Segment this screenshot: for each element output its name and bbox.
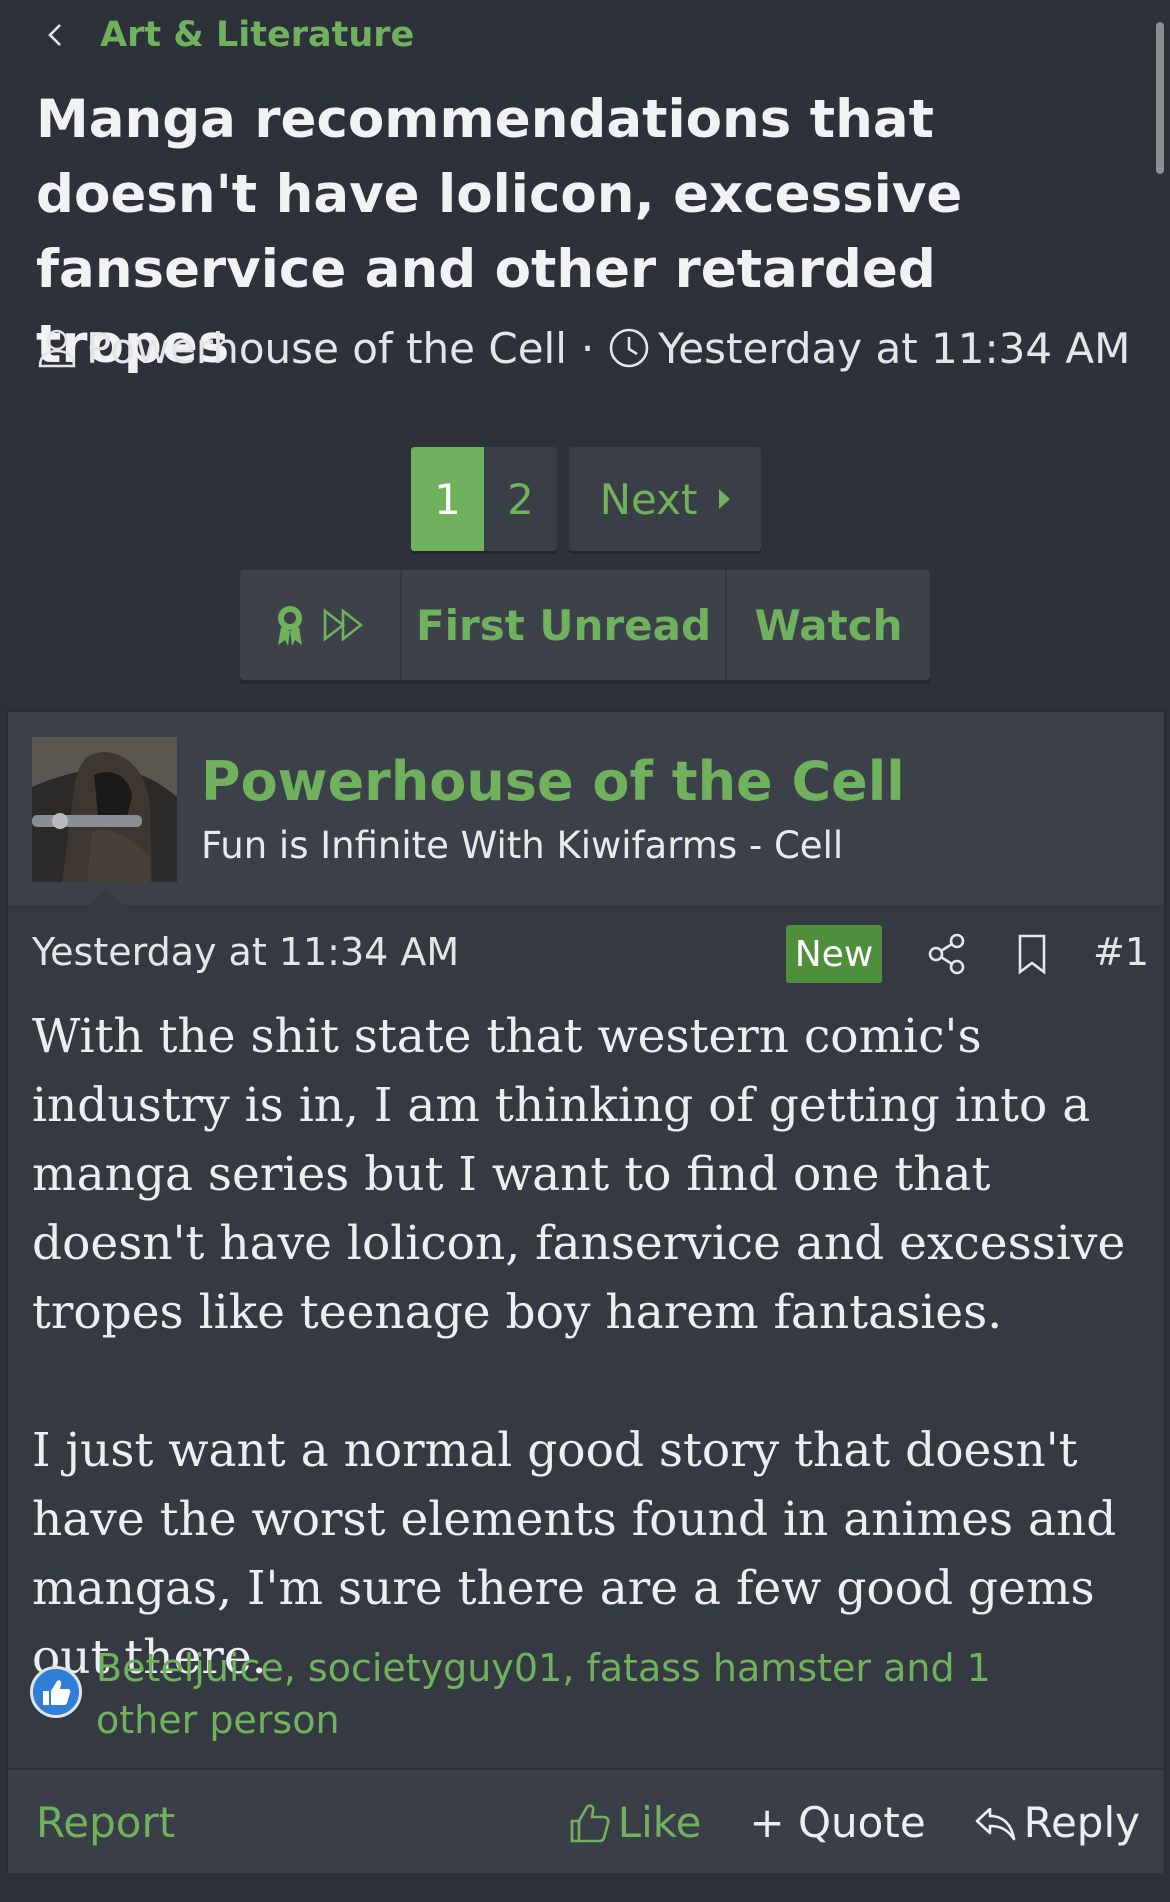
new-badge: New	[786, 925, 882, 983]
thread-author[interactable]: Powerhouse of the Cell	[86, 324, 567, 373]
page-2-button[interactable]: 2	[484, 447, 557, 551]
thumbs-up-icon	[570, 1803, 610, 1842]
avatar-pointer	[88, 888, 124, 906]
caret-right-icon	[719, 489, 731, 509]
pagination: 1 2 Next	[411, 447, 761, 551]
award-icon	[278, 606, 302, 646]
reply-button[interactable]: Reply	[974, 1798, 1140, 1847]
share-icon[interactable]	[926, 932, 968, 976]
post-actions: Like + Quote Reply	[568, 1770, 1140, 1875]
report-button[interactable]: Report	[36, 1770, 175, 1875]
post: Powerhouse of the Cell Fun is Infinite W…	[6, 710, 1166, 1873]
post-paragraph: With the shit state that western comic's…	[32, 1009, 1126, 1340]
thread-tools-button[interactable]	[240, 570, 402, 680]
reply-label: Reply	[1023, 1798, 1140, 1847]
quote-button[interactable]: + Quote	[749, 1798, 925, 1847]
fast-forward-icon	[323, 608, 364, 642]
chevron-left-icon	[48, 24, 61, 46]
post-date[interactable]: Yesterday at 11:34 AM	[32, 930, 459, 974]
reply-icon	[975, 1807, 1015, 1840]
reactions-bar: Beteljuice, societyguy01, fatass hamster…	[30, 1642, 1150, 1752]
avatar-image	[32, 737, 177, 882]
like-button[interactable]: Like	[568, 1798, 702, 1847]
meta-separator: ·	[580, 323, 595, 373]
thread-meta: Powerhouse of the Cell · Yesterday at 11…	[36, 318, 1130, 378]
next-label: Next	[599, 474, 698, 524]
next-page-button[interactable]: Next	[569, 447, 761, 551]
scrollbar[interactable]	[1156, 22, 1164, 174]
post-body: With the shit state that western comic's…	[32, 1002, 1152, 1692]
post-user-header: Powerhouse of the Cell Fun is Infinite W…	[8, 712, 1164, 906]
thread-date[interactable]: Yesterday at 11:34 AM	[658, 324, 1130, 373]
like-reaction-icon	[30, 1666, 82, 1718]
avatar[interactable]	[32, 737, 177, 882]
post-number-link[interactable]: #1	[1093, 930, 1149, 974]
post-footer: Report Like + Quote Reply	[8, 1768, 1164, 1873]
bookmark-icon[interactable]	[1014, 932, 1050, 976]
breadcrumb-label[interactable]: Art & Literature	[100, 15, 414, 55]
like-label: Like	[617, 1798, 702, 1847]
user-icon	[38, 329, 76, 368]
breadcrumb[interactable]: Art & Literature	[42, 12, 414, 58]
page-1-button[interactable]: 1	[411, 447, 484, 551]
clock-icon	[609, 328, 649, 368]
thread-action-bar: First Unread Watch	[240, 570, 930, 680]
first-unread-button[interactable]: First Unread	[402, 570, 727, 680]
post-user-title: Fun is Infinite With Kiwifarms - Cell	[201, 824, 844, 867]
post-username[interactable]: Powerhouse of the Cell	[201, 750, 905, 813]
watch-button[interactable]: Watch	[727, 570, 930, 680]
reactions-list-link[interactable]: Beteljuice, societyguy01, fatass hamster…	[96, 1642, 1096, 1746]
